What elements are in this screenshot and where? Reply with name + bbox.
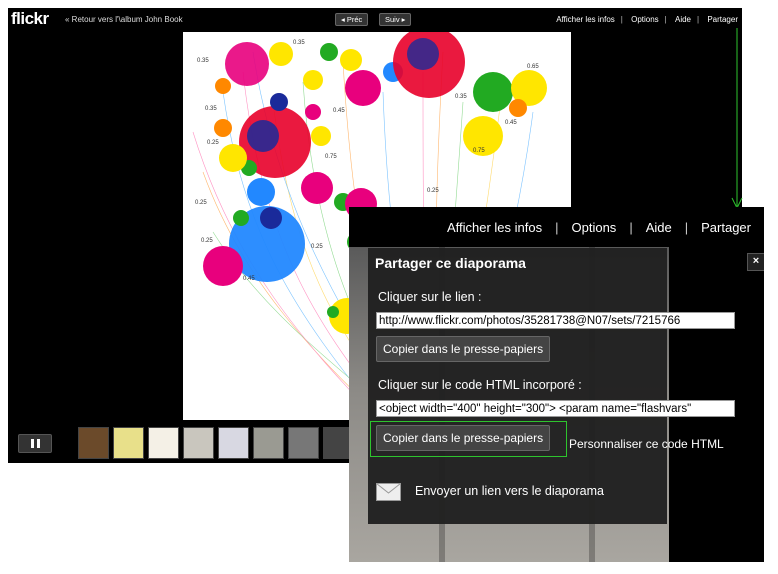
share-link[interactable]: Partager [701,220,751,235]
next-button[interactable]: Suiv ▸ [379,13,412,26]
thumbnail[interactable] [78,427,109,459]
separator: | [555,220,559,235]
svg-text:0.45: 0.45 [505,120,517,126]
svg-text:0.25: 0.25 [195,200,207,206]
previous-button[interactable]: ◂ Préc [335,13,369,26]
svg-text:0.25: 0.25 [427,188,439,194]
share-link[interactable]: Partager [707,15,738,24]
customize-html-link[interactable]: Personnaliser ce code HTML [569,437,724,451]
separator: | [697,15,700,24]
thumbnail[interactable] [253,427,284,459]
thumbnail[interactable] [218,427,249,459]
separator: | [684,220,689,235]
svg-text:0.35: 0.35 [205,106,217,112]
flickr-logo[interactable]: flickr [11,9,49,29]
copy-embed-button[interactable]: Copier dans le presse-papiers [376,425,551,451]
envelope-icon [376,483,401,501]
embed-code-field[interactable]: <object width="400" height="300"> <param… [376,400,735,417]
options-link[interactable]: Options [572,220,617,235]
share-dialog: Partager ce diaporama Cliquer sur le lie… [368,248,735,524]
embed-label: Cliquer sur le code HTML incorporé : [378,378,582,392]
svg-text:0.65: 0.65 [527,64,539,70]
back-to-album-link[interactable]: « Retour vers l'\album John Book [65,15,183,24]
svg-text:0.35: 0.35 [455,94,467,100]
help-link[interactable]: Aide [675,15,691,24]
pause-button[interactable] [18,434,52,453]
close-button[interactable]: × [747,253,764,271]
show-info-link[interactable]: Afficher les infos [447,220,542,235]
share-panel-window: Afficher les infos | Options | Aide | Partager… [349,207,764,562]
svg-text:0.75: 0.75 [473,148,485,154]
show-info-link[interactable]: Afficher les infos [556,15,615,24]
thumbnail[interactable] [183,427,214,459]
slideshow-top-bar: flickr « Retour vers l'\album John Book … [8,8,742,32]
svg-text:0.25: 0.25 [207,140,219,146]
arrow-annotation [731,28,743,210]
separator: | [664,15,667,24]
email-link[interactable]: Envoyer un lien vers le diaporama [415,484,604,498]
share-top-bar: Afficher les infos | Options | Aide | Partager [349,207,764,247]
close-icon: × [752,255,760,267]
thumbnail[interactable] [288,427,319,459]
separator: | [620,15,623,24]
thumbnail[interactable] [113,427,144,459]
separator: | [629,220,633,235]
link-field[interactable]: http://www.flickr.com/photos/35281738@N0… [376,312,735,329]
slideshow-top-links: Afficher les infos | Options | Aide | Parta… [552,15,742,24]
share-top-links: Afficher les infos | Options | Aide | Partager [442,220,756,235]
svg-text:0.45: 0.45 [333,108,345,114]
copy-link-button[interactable]: Copier dans le presse-papiers [376,336,551,362]
svg-text:0.35: 0.35 [197,58,209,64]
svg-text:0.35: 0.35 [293,40,305,46]
svg-text:0.75: 0.75 [325,154,337,160]
dialog-title: Partager ce diaporama [375,255,526,271]
options-link[interactable]: Options [631,15,659,24]
svg-text:0.45: 0.45 [243,276,255,282]
thumbnail[interactable] [148,427,179,459]
link-label: Cliquer sur le lien : [378,290,482,304]
help-link[interactable]: Aide [646,220,672,235]
svg-text:0.25: 0.25 [201,238,213,244]
svg-text:0.25: 0.25 [311,244,323,250]
